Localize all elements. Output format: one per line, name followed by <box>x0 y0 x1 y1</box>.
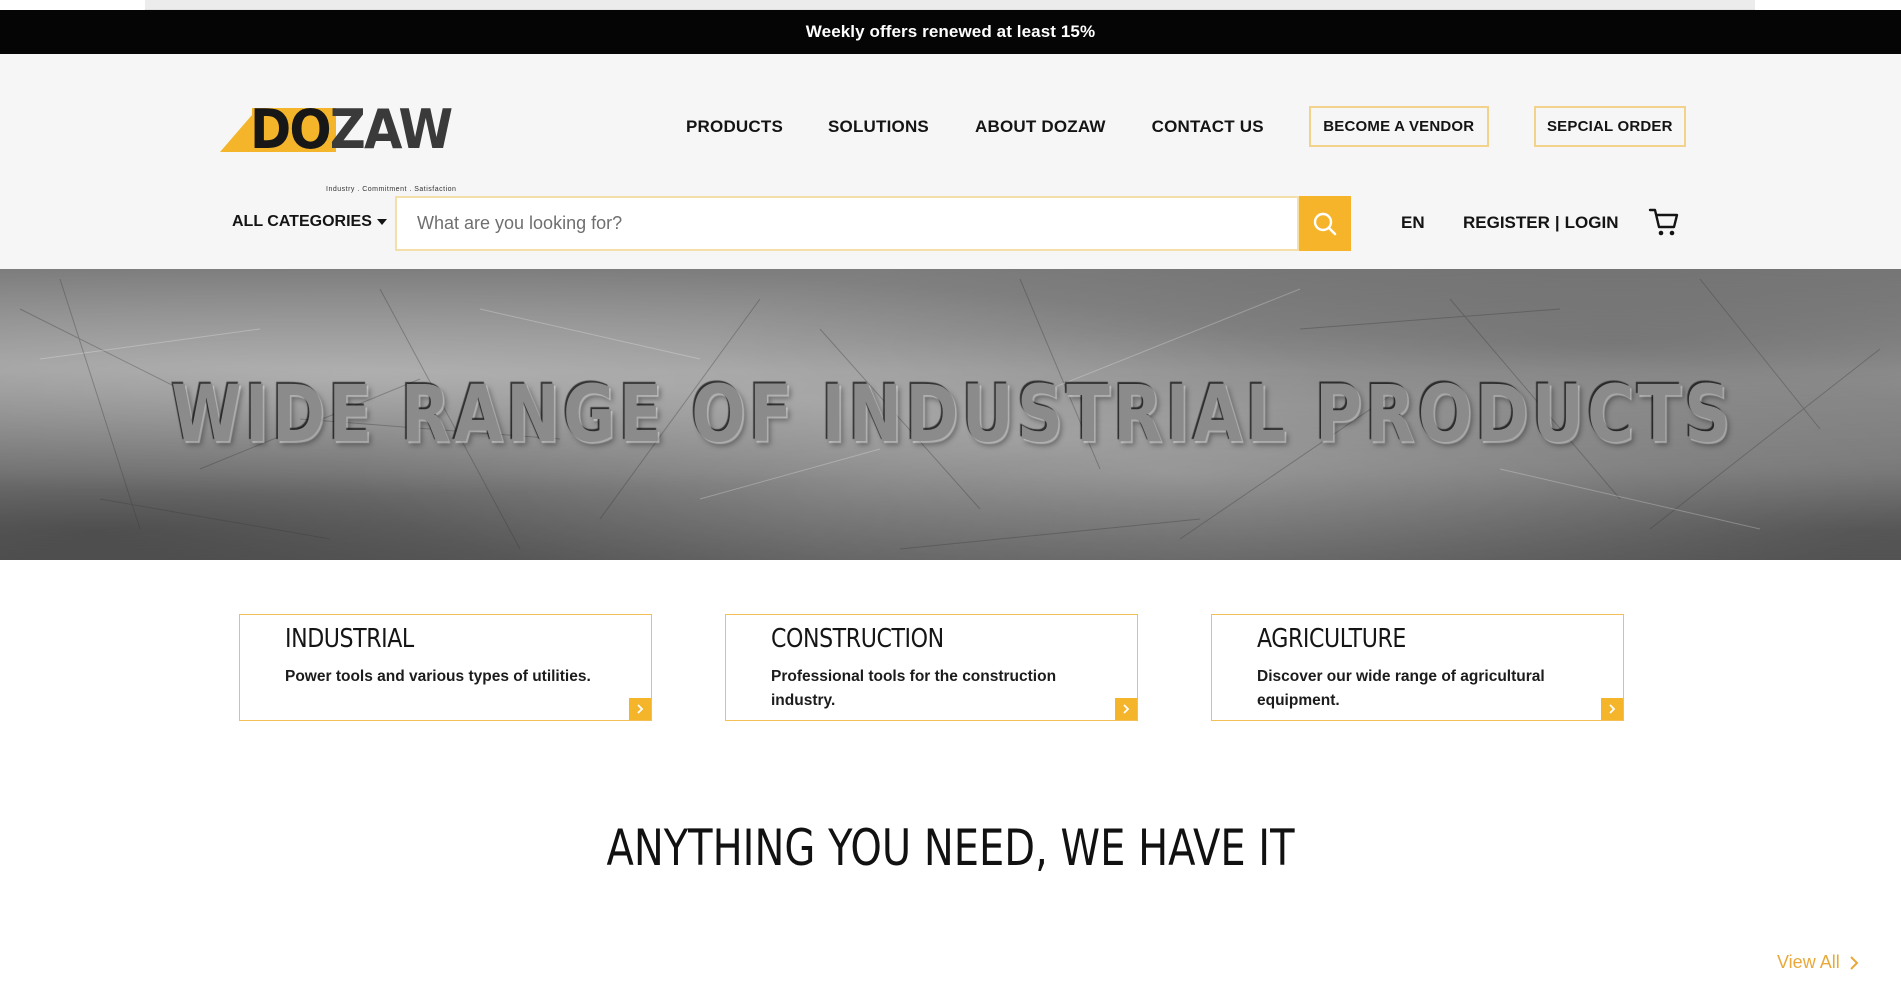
category-card-agriculture[interactable]: AGRICULTURE Discover our wide range of a… <box>1211 614 1624 721</box>
chevron-right-icon <box>1609 704 1616 714</box>
card-description: Professional tools for the construction … <box>771 668 1057 709</box>
logo-text-dark: DO <box>250 98 332 161</box>
category-card-construction[interactable]: CONSTRUCTION Professional tools for the … <box>725 614 1138 721</box>
nav-item-products[interactable]: PRODUCTS <box>686 117 783 137</box>
search-button[interactable] <box>1299 196 1351 251</box>
search-input[interactable] <box>397 198 1297 249</box>
browser-top-strip <box>145 0 1755 10</box>
card-title: CONSTRUCTION <box>771 624 944 654</box>
search-box <box>395 196 1299 251</box>
card-description: Discover our wide range of agricultural … <box>1257 668 1545 709</box>
announcement-text: Weekly offers renewed at least 15% <box>805 22 1096 41</box>
card-arrow-button[interactable] <box>1115 698 1137 720</box>
card-title: AGRICULTURE <box>1257 624 1406 654</box>
language-selector[interactable]: EN <box>1401 213 1425 233</box>
card-arrow-button[interactable] <box>1601 698 1623 720</box>
all-categories-dropdown[interactable]: ALL CATEGORIES <box>232 213 387 231</box>
view-all-label: View All <box>1777 952 1840 972</box>
cart-button[interactable] <box>1648 206 1680 238</box>
login-link[interactable]: LOGIN <box>1565 213 1619 233</box>
nav-item-about[interactable]: ABOUT DOZAW <box>975 117 1106 137</box>
all-categories-label: ALL CATEGORIES <box>232 213 372 230</box>
view-all-link[interactable]: View All <box>1777 952 1860 973</box>
card-title: INDUSTRIAL <box>285 624 414 654</box>
nav-item-contact[interactable]: CONTACT US <box>1152 117 1264 137</box>
account-links: REGISTER | LOGIN <box>1463 213 1619 233</box>
chevron-right-icon <box>1123 704 1130 714</box>
caret-down-icon <box>376 219 387 225</box>
cart-icon <box>1648 208 1679 236</box>
become-vendor-button[interactable]: BECOME A VENDOR <box>1308 106 1489 147</box>
search-icon <box>1313 212 1337 235</box>
section-heading: ANYTHING YOU NEED, WE HAVE IT <box>606 819 1295 877</box>
logo-tagline: Industry . Commitment . Satisfaction <box>326 186 457 193</box>
logo[interactable]: DOZAW Industry . Commitment . Satisfacti… <box>220 96 456 196</box>
logo-text-light: ZAW <box>329 98 453 161</box>
special-order-button[interactable]: SEPCIAL ORDER <box>1533 106 1686 147</box>
chevron-right-icon <box>1849 955 1859 970</box>
hero-banner: WIDE RANGE OF INDUSTRIAL PRODUCTS <box>0 269 1901 560</box>
site-header: DOZAW Industry . Commitment . Satisfacti… <box>0 54 1901 269</box>
nav-item-solutions[interactable]: SOLUTIONS <box>828 117 929 137</box>
register-link[interactable]: REGISTER <box>1463 213 1550 233</box>
logo-wordmark: DOZAW <box>250 98 453 161</box>
auth-separator: | <box>1554 213 1560 232</box>
card-arrow-button[interactable] <box>629 698 651 720</box>
main-nav: PRODUCTS SOLUTIONS ABOUT DOZAW CONTACT U… <box>686 106 1686 147</box>
chevron-right-icon <box>637 704 644 714</box>
card-description: Power tools and various types of utiliti… <box>285 668 591 685</box>
hero-headline: WIDE RANGE OF INDUSTRIAL PRODUCTS <box>171 370 1734 460</box>
announcement-bar: Weekly offers renewed at least 15% <box>0 10 1901 54</box>
category-card-industrial[interactable]: INDUSTRIAL Power tools and various types… <box>239 614 652 721</box>
